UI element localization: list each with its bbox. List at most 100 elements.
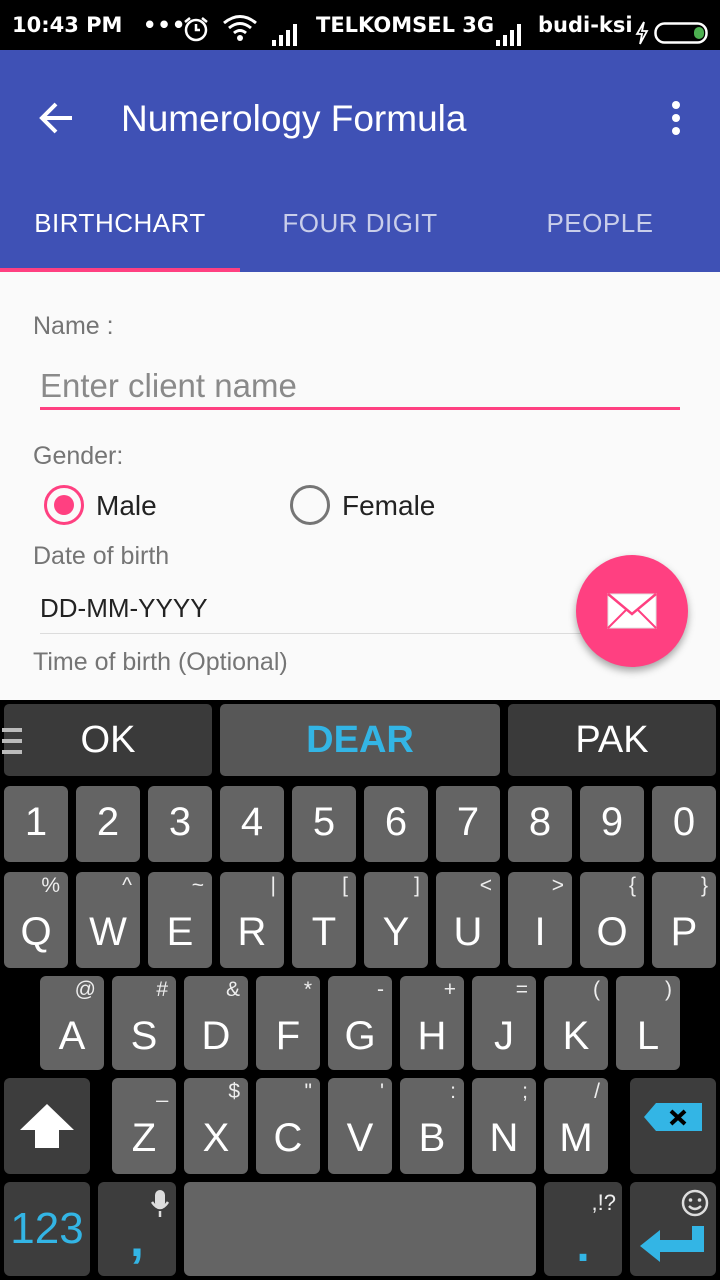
back-button[interactable] [28, 90, 84, 146]
status-username: budi-ksi [538, 13, 633, 37]
suggestion-left[interactable]: OK [4, 704, 212, 776]
period-key-label: . [576, 1219, 590, 1272]
key-label: B [418, 1116, 446, 1160]
key-7[interactable]: 7 [436, 786, 500, 862]
key-d[interactable]: & D [184, 976, 248, 1070]
space-key[interactable] [184, 1182, 536, 1276]
key-3[interactable]: 3 [148, 786, 212, 862]
key-x[interactable]: $ X [184, 1078, 248, 1174]
shift-arrow-icon [20, 1104, 74, 1148]
key-hint: { [628, 874, 636, 897]
key-hint: = [515, 978, 528, 1001]
key-u[interactable]: < U [436, 872, 500, 968]
key-label: H [417, 1014, 447, 1058]
key-t[interactable]: [T [292, 872, 356, 968]
tob-label: Time of birth (Optional) [33, 648, 288, 676]
key-label: V [346, 1116, 374, 1160]
key-g[interactable]: -G [328, 976, 392, 1070]
key-2[interactable]: 2 [76, 786, 140, 862]
dob-label: Date of birth [33, 542, 170, 570]
key-y[interactable]: ] Y [364, 872, 428, 968]
key-label: C [273, 1116, 303, 1160]
key-5[interactable]: 5 [292, 786, 356, 862]
key-6[interactable]: 6 [364, 786, 428, 862]
enter-key[interactable] [630, 1182, 716, 1276]
tab-four-digit[interactable]: FOUR DIGIT [240, 208, 480, 239]
key-hint: @ [74, 978, 96, 1001]
key-f[interactable]: * F [256, 976, 320, 1070]
symbols-key-label: 123 [10, 1204, 84, 1253]
radio-female[interactable] [290, 485, 330, 525]
key-label: M [559, 1116, 593, 1160]
key-label: K [562, 1014, 590, 1058]
key-p[interactable]: } P [652, 872, 716, 968]
key-hint: [ [342, 874, 348, 897]
suggestion-right[interactable]: PAK [508, 704, 716, 776]
email-fab[interactable] [576, 555, 688, 667]
symbols-key[interactable]: 123 [4, 1182, 90, 1276]
app-bar: Numerology Formula BIRTHCHART FOUR DIGIT… [0, 50, 720, 273]
key-h[interactable]: + H [400, 976, 464, 1070]
key-0[interactable]: 0 [652, 786, 716, 862]
overflow-menu-button[interactable] [656, 90, 696, 146]
period-key[interactable]: ,!? . [544, 1182, 622, 1276]
key-l[interactable]: ) L [616, 976, 680, 1070]
key-1[interactable]: 1 [4, 786, 68, 862]
key-label: I [534, 910, 546, 954]
key-r[interactable]: | R [220, 872, 284, 968]
key-n[interactable]: ; N [472, 1078, 536, 1174]
key-j[interactable]: = J [472, 976, 536, 1070]
back-arrow-icon [39, 102, 72, 134]
key-q[interactable]: % Q [4, 872, 68, 968]
tab-people[interactable]: PEOPLE [480, 208, 720, 239]
backspace-key[interactable] [630, 1078, 716, 1174]
key-hint: < [479, 874, 492, 897]
suggestion-middle[interactable]: DEAR [220, 704, 500, 776]
shift-key[interactable] [4, 1078, 90, 1174]
alarm-icon [182, 11, 210, 42]
key-o[interactable]: {O [580, 872, 644, 968]
key-c[interactable]: " C [256, 1078, 320, 1174]
key-hint: / [594, 1080, 600, 1103]
radio-male-label[interactable]: Male [96, 490, 157, 522]
key-label: Y [382, 910, 410, 954]
key-hint: # [156, 978, 168, 1001]
menu-icon[interactable] [2, 724, 22, 758]
key-label: W [89, 910, 127, 954]
carrier-name: TELKOMSEL 3G [316, 13, 495, 37]
status-time: 10:43 PM [12, 13, 123, 37]
key-label: 9 [600, 800, 624, 844]
key-b[interactable]: :B [400, 1078, 464, 1174]
radio-selected-dot [54, 495, 74, 515]
key-s[interactable]: # S [112, 976, 176, 1070]
key-hint: * [303, 978, 312, 1001]
dob-field[interactable]: DD-MM-YYYY [40, 593, 208, 624]
divider [40, 633, 620, 634]
key-i[interactable]: > I [508, 872, 572, 968]
key-e[interactable]: ~ E [148, 872, 212, 968]
enter-arrow-icon [640, 1226, 704, 1262]
key-hint: - [377, 978, 384, 1001]
key-4[interactable]: 4 [220, 786, 284, 862]
client-name-input[interactable] [40, 364, 680, 410]
key-label: Q [20, 910, 52, 954]
key-hint: + [443, 978, 456, 1001]
comma-key[interactable]: , [98, 1182, 176, 1276]
key-z[interactable]: _ Z [112, 1078, 176, 1174]
key-label: S [130, 1014, 158, 1058]
key-a[interactable]: @ A [40, 976, 104, 1070]
tab-birthchart[interactable]: BIRTHCHART [0, 208, 240, 239]
soft-keyboard: OK DEAR PAK 123 , ,!? . 1 2 3 4 5 6 7 8 9 0% Q ^ W ~ E… [0, 700, 720, 1280]
key-9[interactable]: 9 [580, 786, 644, 862]
key-hint: : [450, 1080, 456, 1103]
gender-label: Gender: [33, 442, 124, 470]
key-m[interactable]: / M [544, 1078, 608, 1174]
radio-male[interactable] [44, 485, 84, 525]
key-v[interactable]: ' V [328, 1078, 392, 1174]
key-8[interactable]: 8 [508, 786, 572, 862]
key-w[interactable]: ^ W [76, 872, 140, 968]
key-hint: } [700, 874, 708, 897]
radio-female-label[interactable]: Female [342, 490, 435, 522]
key-k[interactable]: (K [544, 976, 608, 1070]
battery-icon [654, 13, 710, 44]
